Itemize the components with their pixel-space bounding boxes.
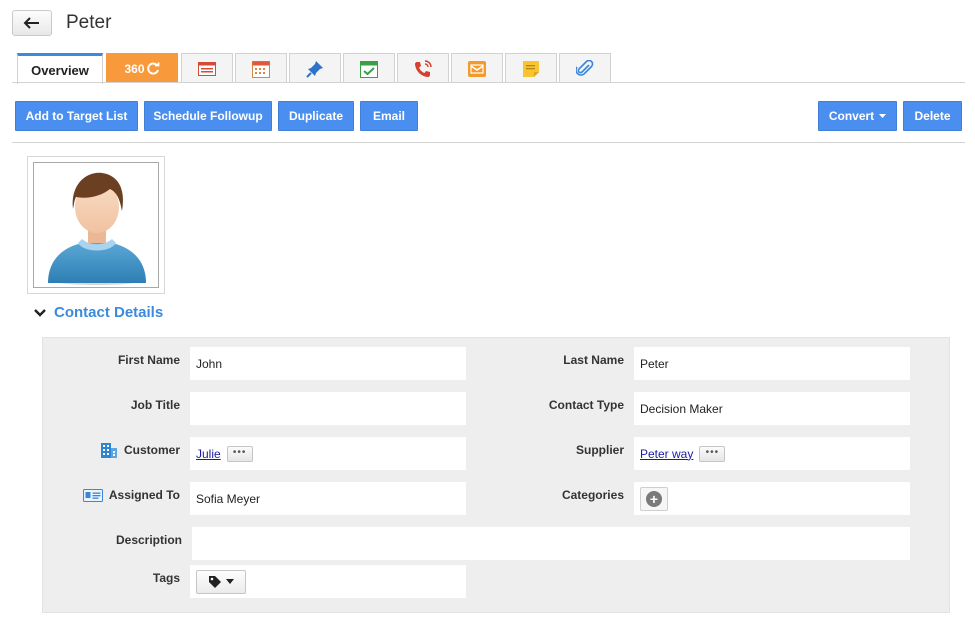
- tab-overview[interactable]: Overview: [17, 53, 103, 84]
- tab-note[interactable]: [505, 53, 557, 83]
- newspaper-icon: [198, 61, 216, 76]
- contact-details-toggle[interactable]: Contact Details: [34, 304, 163, 321]
- tab-news[interactable]: [181, 53, 233, 83]
- last-name-label: Last Name: [504, 347, 624, 373]
- customer-label-text: Customer: [123, 443, 180, 457]
- assigned-to-field[interactable]: Sofia Meyer: [190, 482, 466, 515]
- calendar-icon: [252, 60, 270, 78]
- customer-label: Customer: [60, 437, 180, 463]
- convert-button[interactable]: Convert: [818, 101, 897, 131]
- supplier-field: Peter way •••: [634, 437, 910, 470]
- job-title-field[interactable]: [190, 392, 466, 425]
- toolbar-divider: [12, 142, 965, 143]
- customer-field: Julie •••: [190, 437, 466, 470]
- contact-type-field[interactable]: Decision Maker: [634, 392, 910, 425]
- tab-360-label: 360: [124, 61, 145, 76]
- tab-360[interactable]: 360: [106, 53, 178, 83]
- delete-button[interactable]: Delete: [903, 101, 962, 131]
- assigned-to-label-text: Assigned To: [108, 488, 180, 502]
- note-icon: [523, 60, 539, 77]
- caret-down-icon: [879, 114, 887, 118]
- id-card-icon: [82, 488, 103, 502]
- tags-label-text: Tags: [152, 571, 180, 585]
- description-label-text: Description: [115, 533, 182, 547]
- contact-type-label-text: Contact Type: [548, 398, 624, 412]
- plus-icon: +: [646, 490, 662, 507]
- tab-task[interactable]: [343, 53, 395, 83]
- page-title: Peter: [66, 12, 112, 33]
- supplier-link[interactable]: Peter way: [640, 447, 693, 461]
- contact-type-label: Contact Type: [504, 392, 624, 418]
- last-name-field[interactable]: Peter: [634, 347, 910, 380]
- convert-button-label: Convert: [828, 109, 875, 123]
- supplier-label-text: Supplier: [575, 443, 624, 457]
- first-name-label-text: First Name: [117, 353, 180, 367]
- description-field[interactable]: [192, 527, 910, 560]
- section-title: Contact Details: [54, 304, 164, 321]
- categories-label-text: Categories: [561, 488, 624, 502]
- chevron-down-icon: [34, 308, 46, 317]
- email-button[interactable]: Email: [360, 101, 418, 131]
- back-arrow-icon: [23, 17, 39, 29]
- back-button[interactable]: [12, 10, 52, 36]
- caret-down-icon: [226, 579, 234, 584]
- categories-label: Categories: [504, 482, 624, 508]
- contact-type-value: Decision Maker: [640, 401, 723, 416]
- tags-label: Tags: [60, 565, 180, 591]
- last-name-label-text: Last Name: [563, 353, 624, 367]
- supplier-label: Supplier: [504, 437, 624, 463]
- job-title-label: Job Title: [60, 392, 180, 418]
- customer-more-button[interactable]: •••: [226, 445, 253, 462]
- schedule-followup-button[interactable]: Schedule Followup: [144, 101, 272, 131]
- tag-icon: [209, 575, 221, 588]
- job-title-label-text: Job Title: [130, 398, 180, 412]
- building-icon: [100, 443, 117, 458]
- tag-dropdown-button[interactable]: [196, 569, 246, 594]
- customer-link[interactable]: Julie: [196, 447, 221, 461]
- tags-field: [190, 565, 466, 598]
- duplicate-button[interactable]: Duplicate: [278, 101, 354, 131]
- phone-call-icon: [415, 59, 432, 77]
- tab-pin[interactable]: [289, 53, 341, 83]
- pin-icon: [306, 60, 323, 78]
- add-to-target-list-button[interactable]: Add to Target List: [15, 101, 138, 131]
- categories-field: +: [634, 482, 910, 515]
- person-avatar-icon: [48, 172, 146, 285]
- assigned-to-label: Assigned To: [60, 482, 180, 508]
- task-icon: [360, 60, 378, 78]
- supplier-more-button[interactable]: •••: [699, 445, 726, 462]
- refresh-icon: [146, 62, 159, 74]
- tab-attachment[interactable]: [559, 53, 611, 83]
- tab-overview-label: Overview: [31, 62, 89, 78]
- tabs-divider: [12, 82, 965, 83]
- assigned-to-value: Sofia Meyer: [196, 491, 261, 506]
- description-label: Description: [60, 527, 182, 553]
- tab-email[interactable]: [451, 53, 503, 83]
- first-name-field[interactable]: John: [190, 347, 466, 380]
- add-category-button[interactable]: +: [640, 486, 668, 511]
- tab-phone[interactable]: [397, 53, 449, 83]
- tab-calendar[interactable]: [235, 53, 287, 83]
- email-icon: [468, 60, 486, 77]
- last-name-value: Peter: [640, 356, 669, 371]
- avatar[interactable]: [27, 156, 165, 294]
- first-name-label: First Name: [60, 347, 180, 373]
- first-name-value: John: [196, 356, 223, 371]
- attachment-icon: [576, 59, 594, 76]
